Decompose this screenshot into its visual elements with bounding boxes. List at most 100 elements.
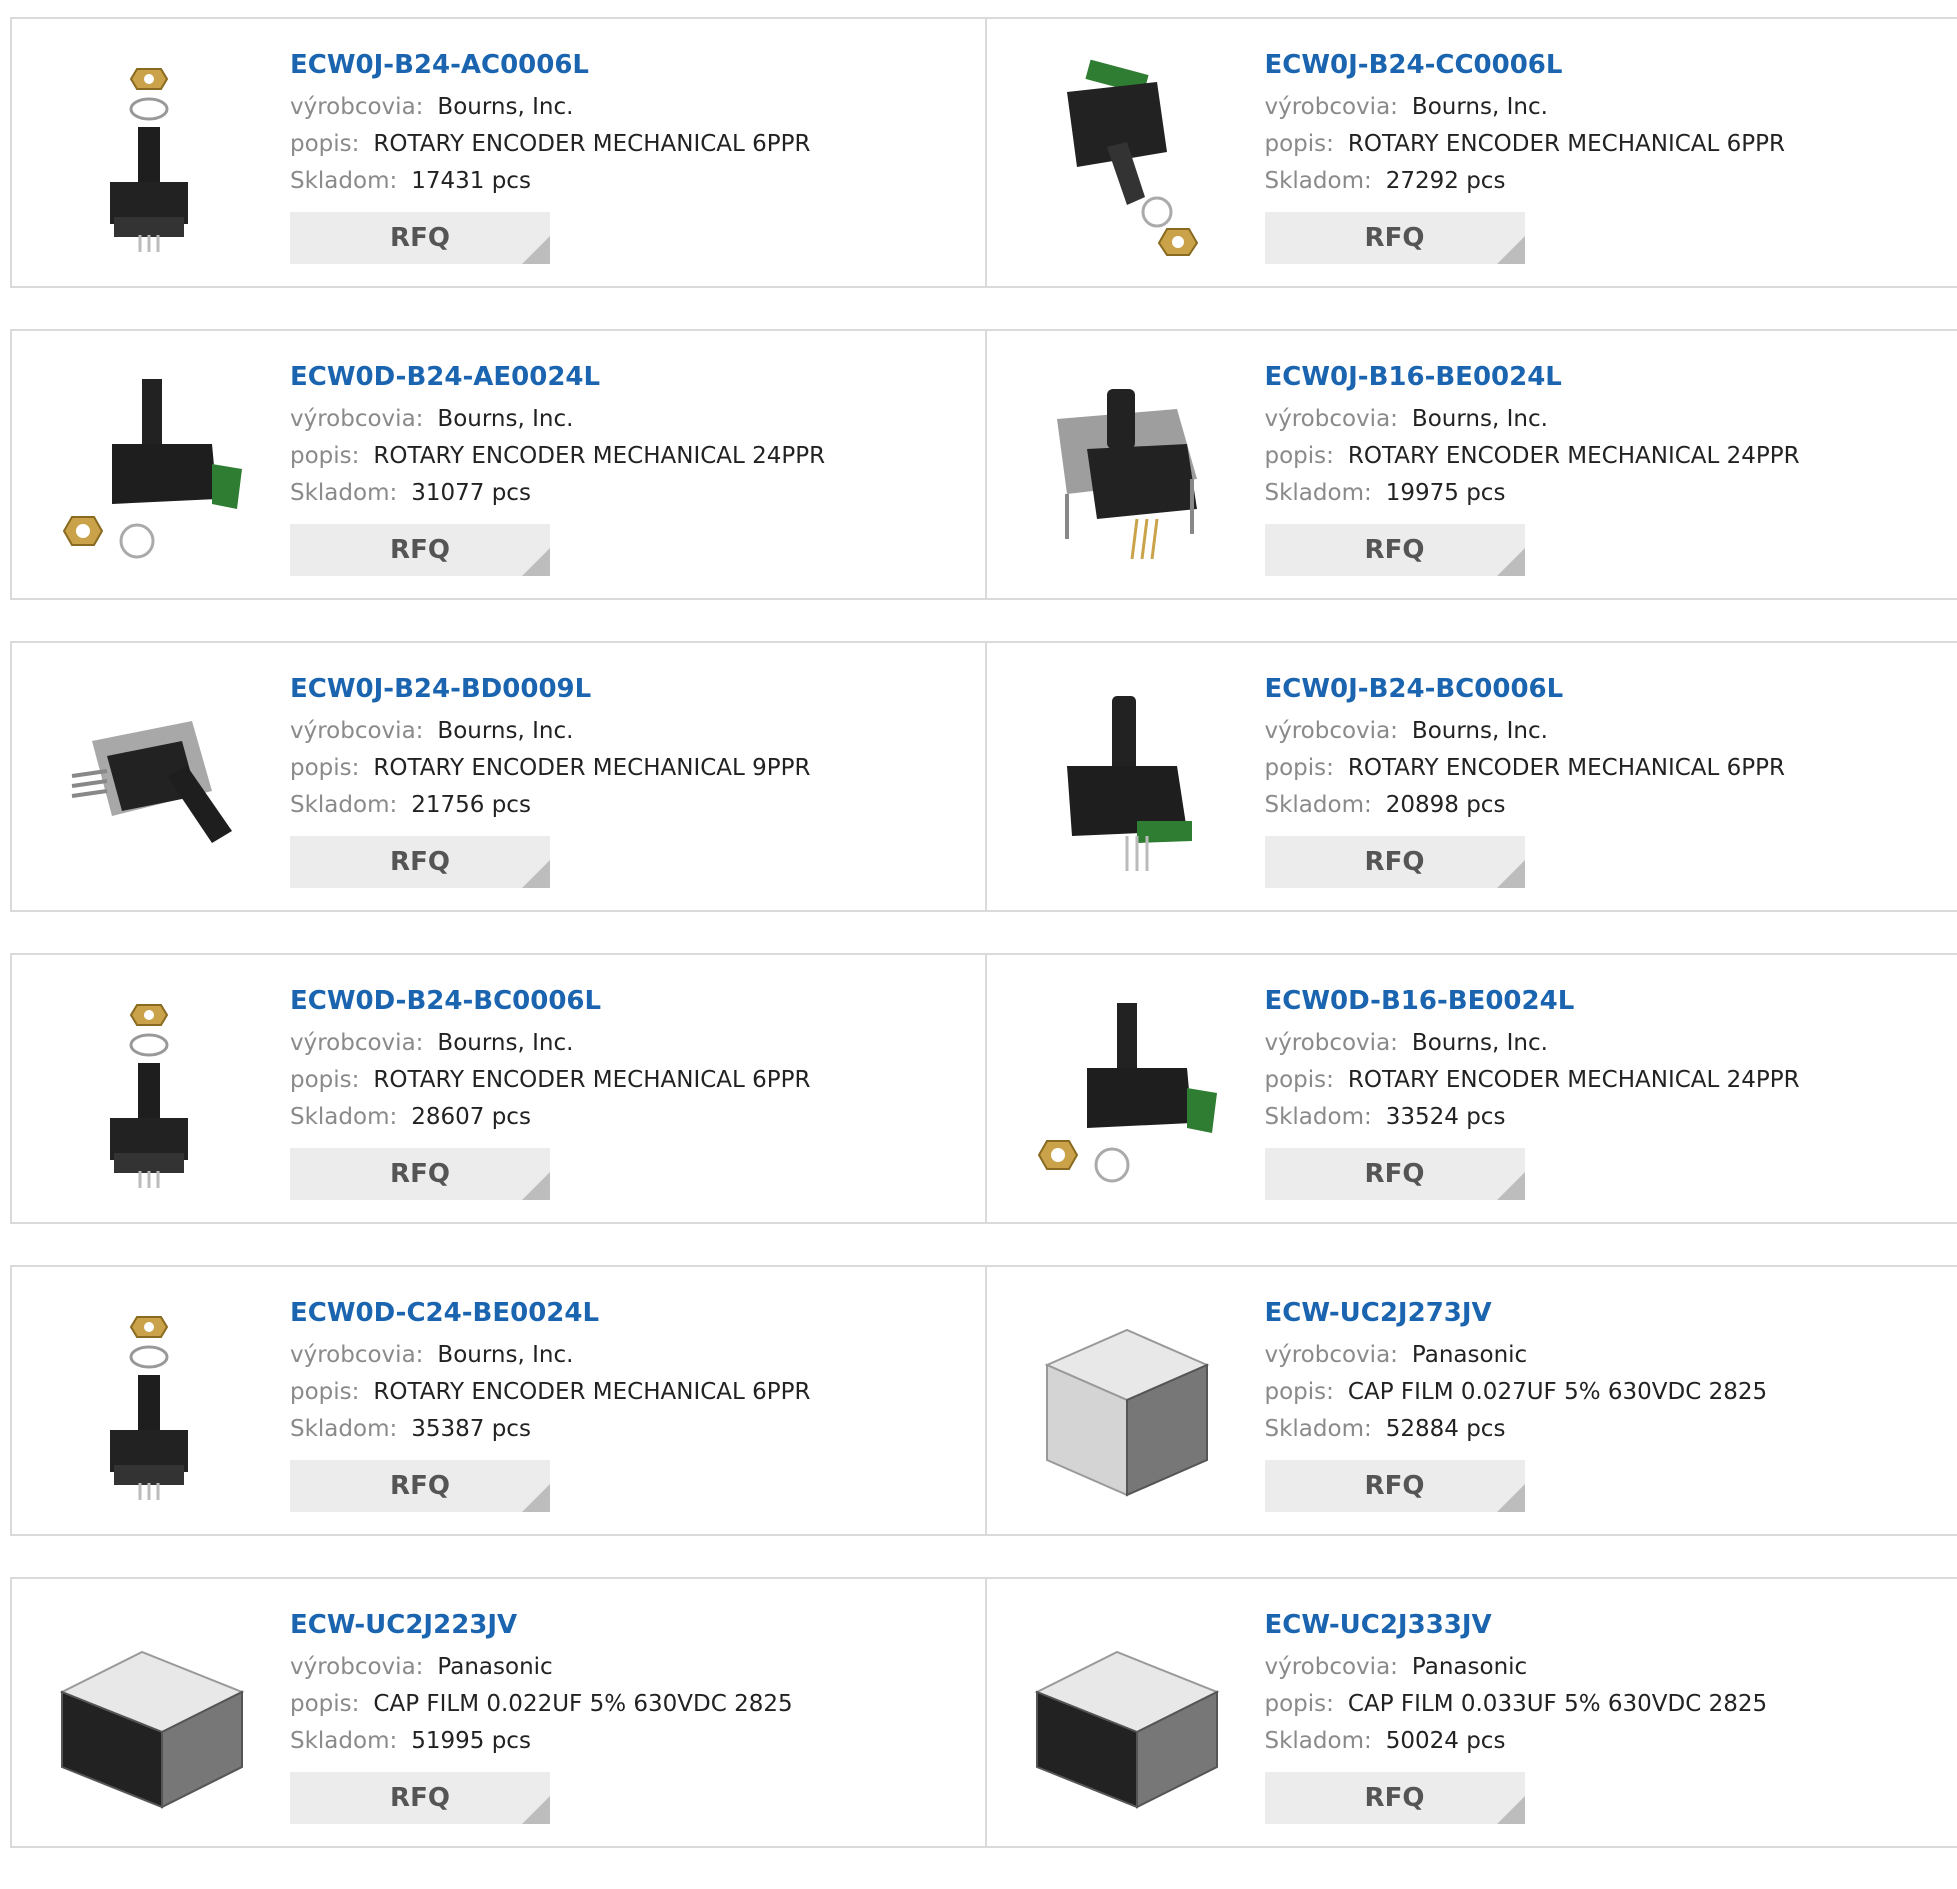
product-image[interactable] bbox=[1027, 1305, 1227, 1505]
manufacturer-line: výrobcovia:Bourns, Inc. bbox=[1265, 89, 1786, 126]
description-line: popis:ROTARY ENCODER MECHANICAL 24PPR bbox=[1265, 438, 1800, 475]
stock-label: Skladom: bbox=[1265, 1104, 1372, 1130]
stock-label: Skladom: bbox=[1265, 168, 1372, 194]
product-image[interactable] bbox=[1027, 369, 1227, 569]
product-list: ECW0J-B24-AC0006L výrobcovia: Bourns, Inc… bbox=[10, 17, 1957, 1889]
description-value: ROTARY ENCODER MECHANICAL 6PPR bbox=[373, 1379, 810, 1405]
part-number-link[interactable]: ECW0D-B24-AE0024L bbox=[290, 359, 825, 395]
product-card: ECW0D-B16-BE0024L výrobcovia: Bourns, Inc… bbox=[985, 955, 1957, 1222]
description-line: popis:CAP FILM 0.022UF 5% 630VDC 2825 bbox=[290, 1686, 793, 1723]
product-image[interactable] bbox=[52, 369, 252, 569]
description-line: popis:ROTARY ENCODER MECHANICAL 24PPR bbox=[1265, 1062, 1800, 1099]
stock-label: Skladom: bbox=[290, 1416, 397, 1442]
stock-value: 20898 pcs bbox=[1386, 792, 1506, 818]
description-value: CAP FILM 0.027UF 5% 630VDC 2825 bbox=[1348, 1379, 1767, 1405]
stock-value: 19975 pcs bbox=[1386, 480, 1506, 506]
part-number-link[interactable]: ECW-UC2J333JV bbox=[1265, 1607, 1768, 1643]
encoder-side-icon bbox=[52, 681, 252, 881]
manufacturer-line: výrobcovia: Bourns, Inc. bbox=[290, 89, 811, 126]
description-label: popis: bbox=[290, 1379, 359, 1405]
description-line: popis:ROTARY ENCODER MECHANICAL 24PPR bbox=[290, 438, 825, 475]
rfq-button[interactable]: RFQ bbox=[1265, 524, 1525, 576]
product-image[interactable] bbox=[52, 993, 252, 1193]
rfq-button[interactable]: RFQ bbox=[290, 524, 550, 576]
product-image[interactable] bbox=[52, 681, 252, 881]
product-image[interactable] bbox=[52, 1305, 252, 1505]
stock-label: Skladom: bbox=[290, 1728, 397, 1754]
part-number-link[interactable]: ECW0J-B16-BE0024L bbox=[1265, 359, 1800, 395]
description-label: popis: bbox=[1265, 1691, 1334, 1717]
manufacturer-line: výrobcovia: Panasonic bbox=[290, 1649, 793, 1686]
product-image[interactable] bbox=[1027, 681, 1227, 881]
product-row: ECW0D-B24-AE0024L výrobcovia:Bourns, Inc… bbox=[10, 329, 1957, 600]
product-image[interactable] bbox=[1027, 1617, 1227, 1817]
rfq-button[interactable]: RFQ bbox=[1265, 836, 1525, 888]
manufacturer-value: Bourns, Inc. bbox=[437, 718, 573, 744]
description-value: ROTARY ENCODER MECHANICAL 24PPR bbox=[1348, 443, 1800, 469]
description-value: ROTARY ENCODER MECHANICAL 6PPR bbox=[373, 1067, 810, 1093]
product-row: ECW-UC2J223JV výrobcovia: Panasonic popis… bbox=[10, 1577, 1957, 1848]
manufacturer-line: výrobcovia: Bourns, Inc. bbox=[290, 1025, 811, 1062]
part-number-link[interactable]: ECW0J-B24-BC0006L bbox=[1265, 671, 1786, 707]
manufacturer-label: výrobcovia: bbox=[290, 1654, 423, 1680]
rfq-button[interactable]: RFQ bbox=[1265, 1772, 1525, 1824]
manufacturer-value: Bourns, Inc. bbox=[1412, 94, 1548, 120]
manufacturer-label: výrobcovia: bbox=[1265, 1342, 1398, 1368]
description-label: popis: bbox=[1265, 1067, 1334, 1093]
manufacturer-line: výrobcovia:Bourns, Inc. bbox=[290, 713, 811, 750]
manufacturer-value: Panasonic bbox=[1412, 1342, 1527, 1368]
rfq-button[interactable]: RFQ bbox=[290, 212, 550, 264]
part-number-link[interactable]: ECW0D-B16-BE0024L bbox=[1265, 983, 1800, 1019]
part-number-link[interactable]: ECW0D-C24-BE0024L bbox=[290, 1295, 811, 1331]
film-capacitor-icon bbox=[52, 1617, 252, 1817]
product-image[interactable] bbox=[52, 57, 252, 257]
product-image[interactable] bbox=[1027, 57, 1227, 257]
rfq-button[interactable]: RFQ bbox=[1265, 1148, 1525, 1200]
part-number-link[interactable]: ECW0J-B24-AC0006L bbox=[290, 47, 811, 83]
stock-line: Skladom:35387 pcs bbox=[290, 1411, 811, 1448]
product-row: ECW0D-C24-BE0024L výrobcovia:Bourns, Inc… bbox=[10, 1265, 1957, 1536]
rfq-button[interactable]: RFQ bbox=[290, 1460, 550, 1512]
part-number-link[interactable]: ECW-UC2J223JV bbox=[290, 1607, 793, 1643]
product-image[interactable] bbox=[52, 1617, 252, 1817]
manufacturer-label: výrobcovia: bbox=[290, 94, 423, 120]
description-line: popis:ROTARY ENCODER MECHANICAL 6PPR bbox=[290, 1062, 811, 1099]
description-label: popis: bbox=[290, 1691, 359, 1717]
stock-line: Skladom:52884 pcs bbox=[1265, 1411, 1768, 1448]
part-number-link[interactable]: ECW0J-B24-BD0009L bbox=[290, 671, 811, 707]
stock-value: 52884 pcs bbox=[1386, 1416, 1506, 1442]
stock-line: Skladom: 20898 pcs bbox=[1265, 787, 1786, 824]
manufacturer-value: Panasonic bbox=[437, 1654, 552, 1680]
stock-label: Skladom: bbox=[1265, 792, 1372, 818]
stock-label: Skladom: bbox=[1265, 480, 1372, 506]
rfq-button[interactable]: RFQ bbox=[1265, 212, 1525, 264]
part-number-link[interactable]: ECW-UC2J273JV bbox=[1265, 1295, 1768, 1331]
description-value: ROTARY ENCODER MECHANICAL 24PPR bbox=[373, 443, 825, 469]
manufacturer-label: výrobcovia: bbox=[1265, 1030, 1398, 1056]
manufacturer-value: Bourns, Inc. bbox=[437, 1030, 573, 1056]
rfq-button[interactable]: RFQ bbox=[290, 1772, 550, 1824]
manufacturer-line: výrobcovia:Bourns, Inc. bbox=[290, 401, 825, 438]
stock-value: 51995 pcs bbox=[411, 1728, 531, 1754]
rfq-button[interactable]: RFQ bbox=[290, 836, 550, 888]
stock-line: Skladom:50024 pcs bbox=[1265, 1723, 1768, 1760]
rfq-button[interactable]: RFQ bbox=[290, 1148, 550, 1200]
product-card: ECW0J-B24-BD0009L výrobcovia:Bourns, Inc… bbox=[12, 643, 985, 910]
stock-value: 17431 pcs bbox=[411, 168, 531, 194]
product-card: ECW0J-B24-BC0006L výrobcovia:Bourns, Inc… bbox=[985, 643, 1957, 910]
manufacturer-value: Panasonic bbox=[1412, 1654, 1527, 1680]
description-label: popis: bbox=[1265, 131, 1334, 157]
description-label: popis: bbox=[290, 131, 359, 157]
product-card: ECW0J-B16-BE0024L výrobcovia:Bourns, Inc… bbox=[985, 331, 1957, 598]
encoder-vertical-icon bbox=[52, 993, 252, 1193]
manufacturer-label: výrobcovia: bbox=[290, 1030, 423, 1056]
product-image[interactable] bbox=[1027, 993, 1227, 1193]
part-number-link[interactable]: ECW0J-B24-CC0006L bbox=[1265, 47, 1786, 83]
stock-label: Skladom: bbox=[290, 1104, 397, 1130]
manufacturer-value: Bourns, Inc. bbox=[437, 94, 573, 120]
part-number-link[interactable]: ECW0D-B24-BC0006L bbox=[290, 983, 811, 1019]
manufacturer-value: Bourns, Inc. bbox=[1412, 1030, 1548, 1056]
rfq-button[interactable]: RFQ bbox=[1265, 1460, 1525, 1512]
product-card: ECW0D-C24-BE0024L výrobcovia:Bourns, Inc… bbox=[12, 1267, 985, 1534]
manufacturer-line: výrobcovia:Bourns, Inc. bbox=[1265, 401, 1800, 438]
